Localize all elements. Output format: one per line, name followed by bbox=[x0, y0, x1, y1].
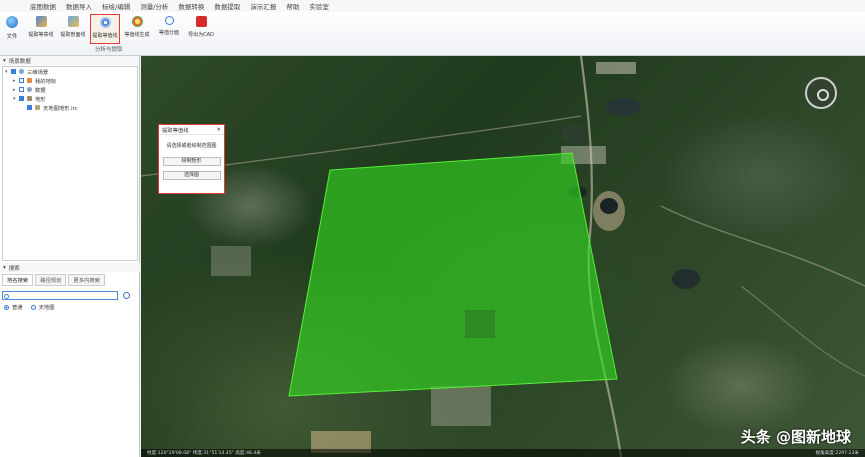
checkbox[interactable] bbox=[11, 69, 16, 74]
pond-inside-polygon bbox=[465, 310, 495, 338]
tool-label: 提取剖面线 bbox=[60, 32, 86, 38]
close-icon[interactable]: ✕ bbox=[217, 127, 221, 133]
globe-icon bbox=[19, 69, 24, 74]
chevron-down-icon: ▾ bbox=[3, 57, 6, 64]
search-title: 搜索 bbox=[8, 265, 20, 272]
pond bbox=[600, 198, 618, 214]
left-panel: ▾ 场景数据 ▾ 三维场景 ▸ 我的地标 ▸ 数据 ▾ 地形 天地图地形.lrc… bbox=[0, 56, 140, 457]
menu-item-measure[interactable]: 测量/分析 bbox=[140, 1, 168, 11]
cad-export-icon bbox=[195, 16, 207, 27]
map-viewport[interactable]: 头条 @图新地球 经度:120°29'08.08" 纬度:31°51'14.45… bbox=[141, 56, 865, 457]
extract-isoline-button[interactable]: 提取等值线 bbox=[90, 14, 120, 44]
menu-item-present[interactable]: 演示汇报 bbox=[250, 1, 276, 11]
checkbox[interactable] bbox=[27, 105, 32, 110]
layer-tree: ▾ 三维场景 ▸ 我的地标 ▸ 数据 ▾ 地形 天地图地形.lrc bbox=[2, 66, 138, 261]
layers-title: 场景数据 bbox=[8, 58, 31, 65]
view-height-readout: 视角高度:2297.23米 bbox=[815, 451, 859, 456]
lake bbox=[605, 98, 641, 116]
search-row bbox=[2, 291, 130, 300]
checkbox[interactable] bbox=[19, 78, 24, 83]
profile-icon bbox=[67, 16, 79, 27]
tree-label: 我的地标 bbox=[35, 78, 57, 85]
lake bbox=[672, 269, 700, 289]
watermark: 头条 @图新地球 bbox=[740, 428, 851, 446]
chevron-down-icon: ▾ bbox=[3, 264, 6, 271]
tool-label: 导出为CAD bbox=[188, 32, 214, 38]
search-icon[interactable] bbox=[123, 292, 130, 299]
tree-item-terrain[interactable]: ▾ 地形 bbox=[3, 94, 137, 103]
map-overlay bbox=[141, 56, 865, 457]
globe-icon bbox=[6, 16, 18, 28]
pond bbox=[561, 124, 585, 144]
draw-rectangle-button[interactable]: 绘制矩形 bbox=[162, 157, 221, 166]
data-icon bbox=[27, 87, 32, 92]
terrain-icon bbox=[27, 96, 32, 101]
file-label: 文件 bbox=[6, 34, 18, 40]
dialog-prompt: 请选择或者绘制范围图 bbox=[166, 143, 217, 149]
search-tabs: 地名搜索 路径规划 更多内搜索 bbox=[0, 272, 140, 286]
select-shape-button[interactable]: 选择图 bbox=[162, 171, 221, 180]
tool-label: 等值线生成 bbox=[124, 32, 150, 38]
tree-item-landmarks[interactable]: ▸ 我的地标 bbox=[3, 76, 137, 85]
coordinate-readout: 经度:120°29'08.08" 纬度:31°51'14.45" 高度:46.4… bbox=[147, 451, 261, 456]
dialog-title: 提取等值线 bbox=[162, 127, 189, 134]
menu-item-convert[interactable]: 数据转换 bbox=[178, 1, 204, 11]
tree-label: 天地图地形.lrc bbox=[43, 105, 78, 112]
tree-item-tianditu-terrain[interactable]: 天地图地形.lrc bbox=[3, 103, 137, 112]
ribbon-group-label: 分析与提取 bbox=[95, 47, 123, 53]
search-section: ▾ 搜索 地名搜索 路径规划 更多内搜索 bbox=[0, 263, 140, 286]
isoline-generate-icon bbox=[131, 16, 143, 27]
tree-label: 地形 bbox=[35, 96, 46, 103]
navigation-compass[interactable] bbox=[805, 77, 837, 109]
buildings bbox=[431, 386, 491, 426]
buildings bbox=[596, 62, 636, 74]
search-header[interactable]: ▾ 搜索 bbox=[0, 263, 140, 272]
terrain-file-icon bbox=[35, 105, 40, 110]
checkbox[interactable] bbox=[19, 96, 24, 101]
radio-tianditu[interactable] bbox=[30, 304, 36, 310]
extent-polygon bbox=[288, 152, 618, 397]
menu-item-extract[interactable]: 数据提取 bbox=[214, 1, 240, 11]
tool-label: 提取等高线 bbox=[28, 32, 54, 38]
tree-label: 数据 bbox=[35, 87, 46, 94]
road bbox=[740, 285, 865, 377]
extract-isoline-dialog: 提取等值线 ✕ 请选择或者绘制范围图 绘制矩形 选择图 bbox=[158, 124, 225, 194]
checkbox[interactable] bbox=[19, 87, 24, 92]
menu-bar: 底图数据 数据导入 标绘/编辑 测量/分析 数据转换 数据提取 演示汇报 帮助 … bbox=[0, 0, 865, 12]
menu-item-basemap[interactable]: 底图数据 bbox=[30, 1, 56, 11]
tree-label: 三维场景 bbox=[27, 69, 49, 76]
isoline-generate-button[interactable]: 等值线生成 bbox=[122, 14, 152, 44]
extract-profile-button[interactable]: 提取剖面线 bbox=[58, 14, 88, 44]
search-input[interactable] bbox=[2, 291, 118, 300]
dialog-titlebar: 提取等值线 ✕ bbox=[159, 125, 224, 135]
menu-item-help[interactable]: 帮助 bbox=[286, 1, 299, 11]
menu-item-lab[interactable]: 实验室 bbox=[309, 1, 329, 11]
tool-group: 提取等高线 提取剖面线 提取等值线 等值线生成 等值分面 导出为CAD bbox=[26, 14, 216, 44]
menu-item-import[interactable]: 数据导入 bbox=[66, 1, 92, 11]
tool-label: 提取等值线 bbox=[92, 33, 118, 39]
status-bar: 经度:120°29'08.08" 纬度:31°51'14.45" 高度:46.4… bbox=[141, 449, 865, 457]
export-cad-button[interactable]: 导出为CAD bbox=[186, 14, 216, 44]
extract-contour-button[interactable]: 提取等高线 bbox=[26, 14, 56, 44]
tab-route-plan[interactable]: 路径规划 bbox=[35, 274, 67, 286]
map-source-radios: 普通 天地图 bbox=[4, 303, 55, 311]
isoline-icon bbox=[99, 17, 111, 28]
buildings bbox=[211, 246, 251, 276]
layers-header[interactable]: ▾ 场景数据 bbox=[0, 56, 139, 65]
ribbon: 文件 提取等高线 提取剖面线 提取等值线 等值线生成 等值分面 导出为CAD 分… bbox=[0, 12, 865, 56]
tab-more-search[interactable]: 更多内搜索 bbox=[68, 274, 105, 286]
radio-label: 普通 bbox=[12, 305, 23, 311]
tab-place-search[interactable]: 地名搜索 bbox=[2, 274, 34, 286]
radio-normal[interactable] bbox=[4, 304, 9, 310]
tree-item-data[interactable]: ▸ 数据 bbox=[3, 85, 137, 94]
radio-label: 天地图 bbox=[38, 305, 55, 311]
contour-icon bbox=[35, 16, 47, 27]
iso-split-button[interactable]: 等值分面 bbox=[154, 14, 184, 44]
pin-icon bbox=[27, 78, 32, 83]
scissors-icon bbox=[164, 16, 174, 25]
file-button[interactable]: 文件 bbox=[3, 14, 21, 44]
tree-item-scene[interactable]: ▾ 三维场景 bbox=[3, 67, 137, 76]
menu-item-plot-edit[interactable]: 标绘/编辑 bbox=[102, 1, 130, 11]
tool-label: 等值分面 bbox=[158, 30, 179, 36]
